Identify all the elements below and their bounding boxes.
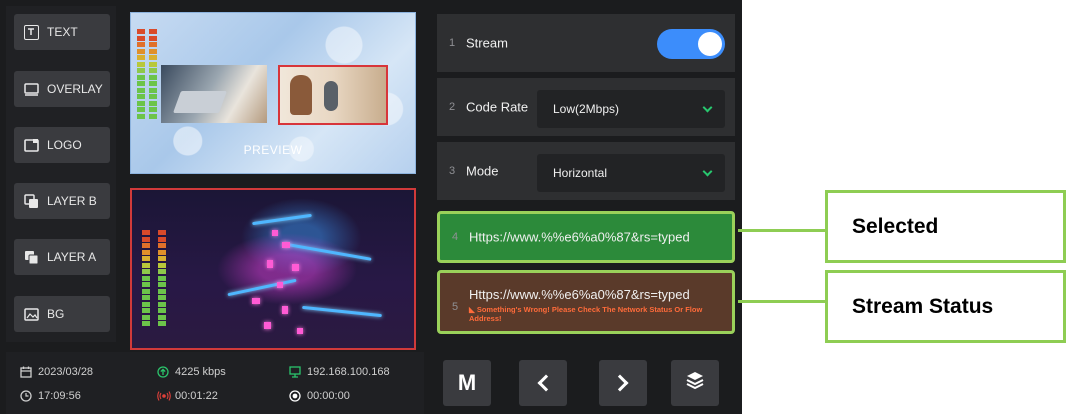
layer-b-button[interactable]: LAYER B	[14, 183, 110, 219]
layers-icon	[685, 370, 705, 396]
broadcast-icon	[157, 390, 171, 402]
previous-button[interactable]	[519, 360, 567, 406]
live-duration-status: 00:01:22	[157, 390, 218, 402]
light-pixel	[252, 298, 260, 304]
mode-row: 3 Mode Horizontal	[437, 142, 735, 200]
program-monitor[interactable]	[130, 188, 416, 350]
logo-button-label: LOGO	[47, 138, 82, 152]
program-audio-meter-right	[158, 230, 166, 328]
next-button[interactable]	[599, 360, 647, 406]
chevron-left-icon	[537, 374, 555, 392]
bitrate-status: 4225 kbps	[157, 366, 226, 378]
stream-url-text: Https://www.%%e6%a0%87&rs=typed	[469, 287, 690, 302]
network-icon	[289, 366, 301, 378]
row-number: 2	[449, 101, 456, 113]
chevron-down-icon	[702, 102, 713, 113]
audio-meter-left	[137, 29, 145, 120]
time-value: 17:09:56	[38, 390, 81, 402]
layer-a-icon	[24, 250, 39, 265]
logo-button[interactable]: LOGO	[14, 127, 110, 163]
light-pixel	[282, 242, 290, 248]
bottom-toolbar: M	[433, 352, 742, 414]
preview-label: PREVIEW	[243, 143, 303, 157]
time-status: 17:09:56	[20, 390, 81, 402]
mode-m-button[interactable]: M	[443, 360, 491, 406]
chevron-down-icon	[702, 166, 713, 177]
stream-status-connector	[738, 300, 826, 303]
text-button[interactable]: TEXT	[14, 14, 110, 50]
light-pixel	[267, 260, 273, 268]
image-icon	[24, 307, 39, 322]
layer-a-button-label: LAYER A	[47, 250, 97, 264]
stream-status-callout: Stream Status	[825, 270, 1066, 343]
code-rate-select[interactable]: Low(2Mbps)	[537, 90, 725, 128]
layer-a-button[interactable]: LAYER A	[14, 239, 110, 275]
selected-callout-text: Selected	[852, 214, 939, 238]
row-number: 1	[449, 37, 456, 49]
chevron-right-icon	[611, 374, 629, 392]
text-button-label: TEXT	[47, 25, 78, 39]
overlay-icon	[24, 82, 39, 97]
stream-row: 1 Stream	[437, 14, 735, 72]
layers-button[interactable]	[671, 360, 719, 406]
light-pixel	[297, 328, 303, 334]
overlay-button[interactable]: OVERLAY	[14, 71, 110, 107]
code-rate-value: Low(2Mbps)	[553, 102, 620, 116]
preview-layer-image-selected	[278, 65, 388, 125]
program-video	[132, 190, 414, 348]
audio-meter-right	[149, 29, 157, 120]
light-pixel	[277, 282, 283, 288]
date-value: 2023/03/28	[38, 366, 94, 378]
streaming-console: TEXT OVERLAY LOGO LAYER B LAYER A BG PRE…	[0, 0, 742, 414]
stream-error-message: ◣ Something's Wrong! Please Check The Ne…	[469, 305, 703, 323]
selected-connector	[738, 229, 826, 232]
ip-status: 192.168.100.168	[289, 366, 390, 378]
record-time-value: 00:00:00	[307, 390, 350, 402]
date-status: 2023/03/28	[20, 366, 93, 378]
program-audio-meter-left	[142, 230, 150, 328]
record-status: 00:00:00	[289, 390, 350, 402]
status-bar: 2023/03/28 17:09:56 4225 kbps 00:01:22 1…	[6, 352, 424, 414]
stream-url-error[interactable]: 5 Https://www.%%e6%a0%87&rs=typed ◣ Some…	[437, 270, 735, 334]
calendar-icon	[20, 366, 32, 378]
row-number: 4	[452, 231, 459, 243]
upload-icon	[157, 366, 169, 378]
row-number: 5	[452, 301, 459, 313]
bg-button-label: BG	[47, 307, 65, 321]
light-pixel	[264, 322, 271, 329]
selected-callout: Selected	[825, 190, 1066, 263]
ip-value: 192.168.100.168	[307, 366, 390, 378]
logo-icon	[24, 138, 39, 153]
mode-select[interactable]: Horizontal	[537, 154, 725, 192]
light-pixel	[272, 230, 278, 236]
code-rate-label: Code Rate	[466, 99, 529, 115]
bitrate-value: 4225 kbps	[175, 366, 226, 378]
layer-b-icon	[24, 193, 39, 209]
stream-url-text: Https://www.%%e6%a0%87&rs=typed	[469, 229, 690, 245]
bg-button[interactable]: BG	[14, 296, 110, 332]
light-pixel	[292, 264, 299, 271]
source-menu: TEXT OVERLAY LOGO LAYER B LAYER A BG	[6, 6, 116, 342]
row-number: 3	[449, 165, 456, 177]
code-rate-row: 2 Code Rate Low(2Mbps)	[437, 78, 735, 136]
stream-status-callout-text: Stream Status	[852, 294, 994, 318]
settings-panel: 1 Stream 2 Code Rate Low(2Mbps) 3 Mode H…	[433, 6, 742, 342]
preview-monitor[interactable]: PREVIEW	[130, 12, 416, 174]
clock-icon	[20, 390, 32, 402]
mode-label: Mode	[466, 163, 499, 179]
stream-url-selected[interactable]: 4 Https://www.%%e6%a0%87&rs=typed	[437, 211, 735, 263]
record-icon	[289, 390, 301, 402]
preview-layer-image	[161, 65, 267, 123]
stream-label: Stream	[466, 35, 508, 51]
duration-value: 00:01:22	[175, 390, 218, 402]
light-pixel	[282, 306, 288, 314]
mode-value: Horizontal	[553, 166, 608, 180]
layer-b-button-label: LAYER B	[47, 194, 97, 208]
overlay-button-label: OVERLAY	[47, 82, 103, 96]
stream-toggle[interactable]	[657, 29, 725, 59]
m-button-label: M	[457, 370, 477, 395]
text-icon	[24, 24, 39, 40]
